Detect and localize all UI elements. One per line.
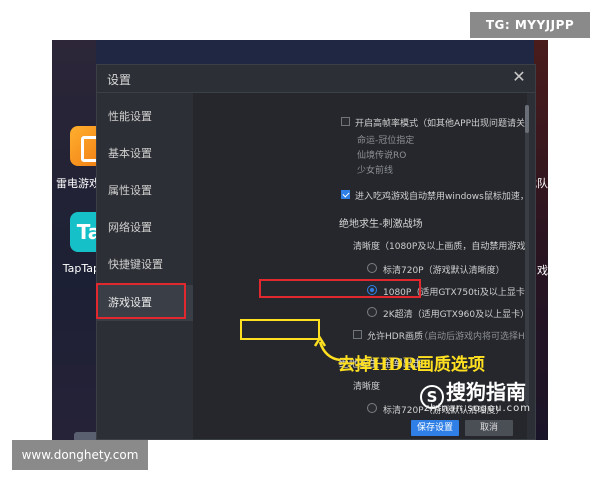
content-scrollbar[interactable] — [525, 105, 529, 405]
cancel-button[interactable]: 取消 — [465, 420, 513, 436]
watermark-bottom: www.donghety.com — [12, 440, 148, 470]
scrollbar-thumb[interactable] — [525, 105, 529, 133]
sidebar-item-network[interactable]: 网络设置 — [97, 210, 193, 246]
save-button[interactable]: 保存设置 — [411, 420, 459, 436]
mouse-accel-label: 进入吃鸡游戏自动禁用windows鼠标加速，射击更精准 — [355, 192, 527, 202]
sogou-url: zhinan.sogou.com — [424, 403, 532, 414]
sidebar-item-shortcuts[interactable]: 快捷键设置 — [97, 247, 193, 283]
mouse-accel-checkbox[interactable] — [341, 190, 350, 199]
high-fps-checkbox[interactable] — [341, 117, 350, 126]
highlight-box-1080p — [259, 279, 421, 298]
app-label-right-2: 戏 — [537, 264, 548, 277]
allow-hdr-checkbox[interactable] — [353, 330, 362, 339]
high-fps-game-1: 命运-冠位指定 — [357, 136, 415, 146]
clarity-label-2: 清晰度 — [353, 382, 381, 392]
clarity-label-1: 清晰度（1080P及以上画质，自动禁用游戏内《鼠标加速》） — [353, 242, 527, 252]
settings-sidebar: 性能设置 基本设置 属性设置 网络设置 快捷键设置 游戏设置 — [97, 93, 193, 439]
allow-hdr-label: 允许HDR画质 — [367, 332, 423, 342]
screenshot: TG: MYYJJPP 雷电游戏 Ta TapTap 武队 戏 设置 ✕ 性能设… — [0, 0, 600, 480]
dialog-title: 设置 — [107, 73, 132, 87]
radio-2k[interactable] — [367, 307, 377, 317]
sidebar-item-properties[interactable]: 属性设置 — [97, 173, 193, 209]
radio-720p-2[interactable] — [367, 403, 377, 413]
desktop-wallpaper-right — [534, 40, 548, 440]
sidebar-item-basic[interactable]: 基本设置 — [97, 136, 193, 172]
app-label-taptap: TapTap — [62, 262, 100, 275]
option-720p-label: 标清720P（游戏默认清晰度） — [383, 266, 505, 276]
sogou-name: 搜狗指南 — [446, 380, 526, 404]
radio-720p[interactable] — [367, 263, 377, 273]
highlight-box-game-settings — [96, 283, 186, 319]
annotation-text: 去掉HDR画质选项 — [338, 355, 485, 375]
watermark-top: TG: MYYJJPP — [470, 12, 590, 38]
high-fps-game-2: 仙境传说RO — [357, 151, 407, 161]
section-title-pubg-mobile: 绝地求生-刺激战场 — [339, 219, 423, 230]
close-icon[interactable]: ✕ — [509, 67, 529, 87]
high-fps-game-3: 少女前线 — [357, 166, 394, 176]
app-label-leidian: 雷电游戏 — [56, 177, 100, 190]
high-fps-label: 开启高帧率模式（如其他APP出现问题请关闭） — [355, 119, 527, 129]
sidebar-item-performance[interactable]: 性能设置 — [97, 99, 193, 135]
option-2k-label: 2K超清（适用GTX960及以上显卡） — [383, 310, 527, 320]
allow-hdr-hint: （启动后游戏内将可选择HDR最高画质，GTX960） — [419, 332, 527, 342]
